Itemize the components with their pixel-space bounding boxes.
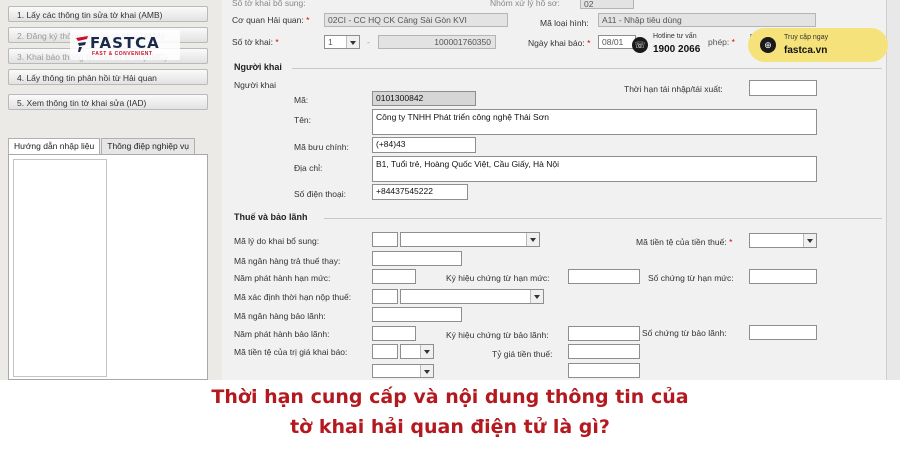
deadline-code-field[interactable] <box>372 289 398 304</box>
tax-exchange-rate-label: Tỷ giá tiền thuế: <box>492 349 553 359</box>
limit-voucher-number-label: Số chứng từ hạn mức: <box>648 273 734 283</box>
customs-office-field[interactable]: 02CI - CC HQ CK Cảng Sài Gòn KVI <box>324 13 508 27</box>
separator-asterisk: - <box>367 37 370 47</box>
guarantee-issue-year-label: Năm phát hành bảo lãnh: <box>234 329 330 339</box>
guarantee-issue-year-field[interactable] <box>372 326 416 341</box>
declarant-code-field[interactable]: 0101300842 <box>372 91 476 106</box>
declarant-name-field[interactable]: Công ty TNHH Phát triển công nghệ Thái S… <box>372 109 817 135</box>
amend-reason-select[interactable] <box>400 232 540 247</box>
banner-line-2: tờ khai hải quan điện tử là gì? <box>290 416 610 438</box>
globe-icon: ⊕ <box>760 37 776 53</box>
view-amended-declaration-button[interactable]: 5. Xem thông tin tờ khai sửa (IAD) <box>8 94 208 110</box>
deadline-code-label: Mã xác định thời hạn nộp thuế: <box>234 292 352 302</box>
deadline-code-select[interactable] <box>400 289 544 304</box>
brand-tagline: FAST & CONVENIENT <box>92 51 153 57</box>
hotline-number: 1900 2066 <box>653 44 701 55</box>
get-customs-response-button[interactable]: 4. Lấy thông tin phản hồi từ Hải quan <box>8 69 208 85</box>
hotline-label: Hotline tư vấn <box>653 33 697 40</box>
group-divider <box>324 218 882 219</box>
title-banner: Thời hạn cung cấp và nội dung thông tin … <box>0 380 900 450</box>
declaration-number-label: Số tờ khai: * <box>232 37 279 47</box>
declaration-type-label: Mã loại hình: <box>540 18 589 28</box>
brand-name: FASTCA <box>90 34 160 52</box>
declaration-type-field[interactable]: A11 - Nhập tiêu dùng <box>598 13 816 27</box>
supplementary-number-label: Số tờ khai bổ sung: <box>232 0 306 8</box>
website-label: Truy cập ngay <box>784 34 829 41</box>
fastca-mark-icon <box>76 36 88 52</box>
tax-exchange-rate-field[interactable] <box>568 344 640 359</box>
phone-icon: ☏ <box>632 37 648 53</box>
address-label: Địa chỉ: <box>294 163 323 173</box>
website-url: fastca.vn <box>784 45 828 56</box>
postal-code-field[interactable]: (+84)43 <box>372 137 476 153</box>
vertical-scrollbar[interactable] <box>886 0 900 380</box>
processing-group-field[interactable]: 02 <box>580 0 634 9</box>
banner-line-1: Thời hạn cung cấp và nội dung thông tin … <box>211 386 689 408</box>
value-currency-label: Mã tiền tệ của trị giá khai báo: <box>234 347 348 357</box>
guarantee-voucher-symbol-label: Ký hiệu chứng từ bảo lãnh: <box>446 330 549 340</box>
postal-code-label: Mã bưu chính: <box>294 142 349 152</box>
declarant-sub-label: Người khai <box>234 80 276 90</box>
limit-voucher-number-field[interactable] <box>749 269 817 284</box>
extra-select[interactable] <box>372 364 434 378</box>
value-currency-select[interactable] <box>400 344 434 359</box>
limit-issue-year-field[interactable] <box>372 269 416 284</box>
limit-voucher-symbol-field[interactable] <box>568 269 640 284</box>
tax-guarantee-group-title: Thuế và bảo lãnh <box>234 212 308 222</box>
fastca-logo: FASTCA FAST & CONVENIENT <box>70 30 180 60</box>
customs-office-label: Cơ quan Hải quan: * <box>232 15 310 25</box>
phone-field[interactable]: +84437545222 <box>372 184 468 200</box>
declaration-prefix-select[interactable]: 1 <box>324 35 360 49</box>
phone-label: Số điện thoại: <box>294 189 346 199</box>
guarantee-voucher-number-field[interactable] <box>749 325 817 340</box>
declaration-date-label: Ngày khai báo: * <box>528 38 591 48</box>
tab-input-guide[interactable]: Hướng dẫn nhập liệu <box>8 138 101 154</box>
limit-voucher-symbol-label: Ký hiệu chứng từ hạn mức: <box>446 273 550 283</box>
tab-content <box>8 154 208 380</box>
guarantee-bank-field[interactable] <box>372 307 462 322</box>
processing-group-label: Nhóm xử lý hồ sơ: <box>490 0 560 8</box>
guarantee-bank-label: Mã ngân hàng bảo lãnh: <box>234 311 326 321</box>
substitute-bank-field[interactable] <box>372 251 462 266</box>
name-label: Tên: <box>294 115 312 125</box>
tax-currency-select[interactable] <box>749 233 817 248</box>
declarant-group-title: Người khai <box>234 62 282 72</box>
get-amend-info-button[interactable]: 1. Lấy các thông tin sửa tờ khai (AMB) <box>8 6 208 22</box>
hotline-badge[interactable]: ☏ Hotline tư vấn 1900 2066 <box>630 30 748 60</box>
tax-currency-label: Mã tiền tệ của tiền thuế: * <box>636 237 733 247</box>
declaration-number-field[interactable]: 100001760350 <box>378 35 496 49</box>
reimport-deadline-label: Thời hạn tái nhập/tái xuất: <box>624 84 723 94</box>
address-field[interactable]: B1, Tuổi trẻ, Hoàng Quốc Việt, Cầu Giấy,… <box>372 156 817 182</box>
value-currency-code-field[interactable] <box>372 344 398 359</box>
guarantee-voucher-number-label: Số chứng từ bảo lãnh: <box>642 328 727 338</box>
code-label: Mã: <box>294 95 309 105</box>
guarantee-voucher-symbol-field[interactable] <box>568 326 640 341</box>
group-divider <box>292 68 882 69</box>
guide-list[interactable] <box>13 159 107 377</box>
limit-issue-year-label: Năm phát hành hạn mức: <box>234 273 331 283</box>
amend-reason-label: Mã lý do khai bổ sung: <box>234 236 320 246</box>
reimport-deadline-field[interactable] <box>749 80 817 96</box>
amend-reason-code-field[interactable] <box>372 232 398 247</box>
substitute-bank-label: Mã ngân hàng trả thuế thay: <box>234 256 341 266</box>
website-badge[interactable]: ⊕ Truy cập ngay fastca.vn <box>748 28 888 62</box>
tab-business-messages[interactable]: Thông điệp nghiệp vụ <box>101 138 196 154</box>
extra-field[interactable] <box>568 363 640 378</box>
